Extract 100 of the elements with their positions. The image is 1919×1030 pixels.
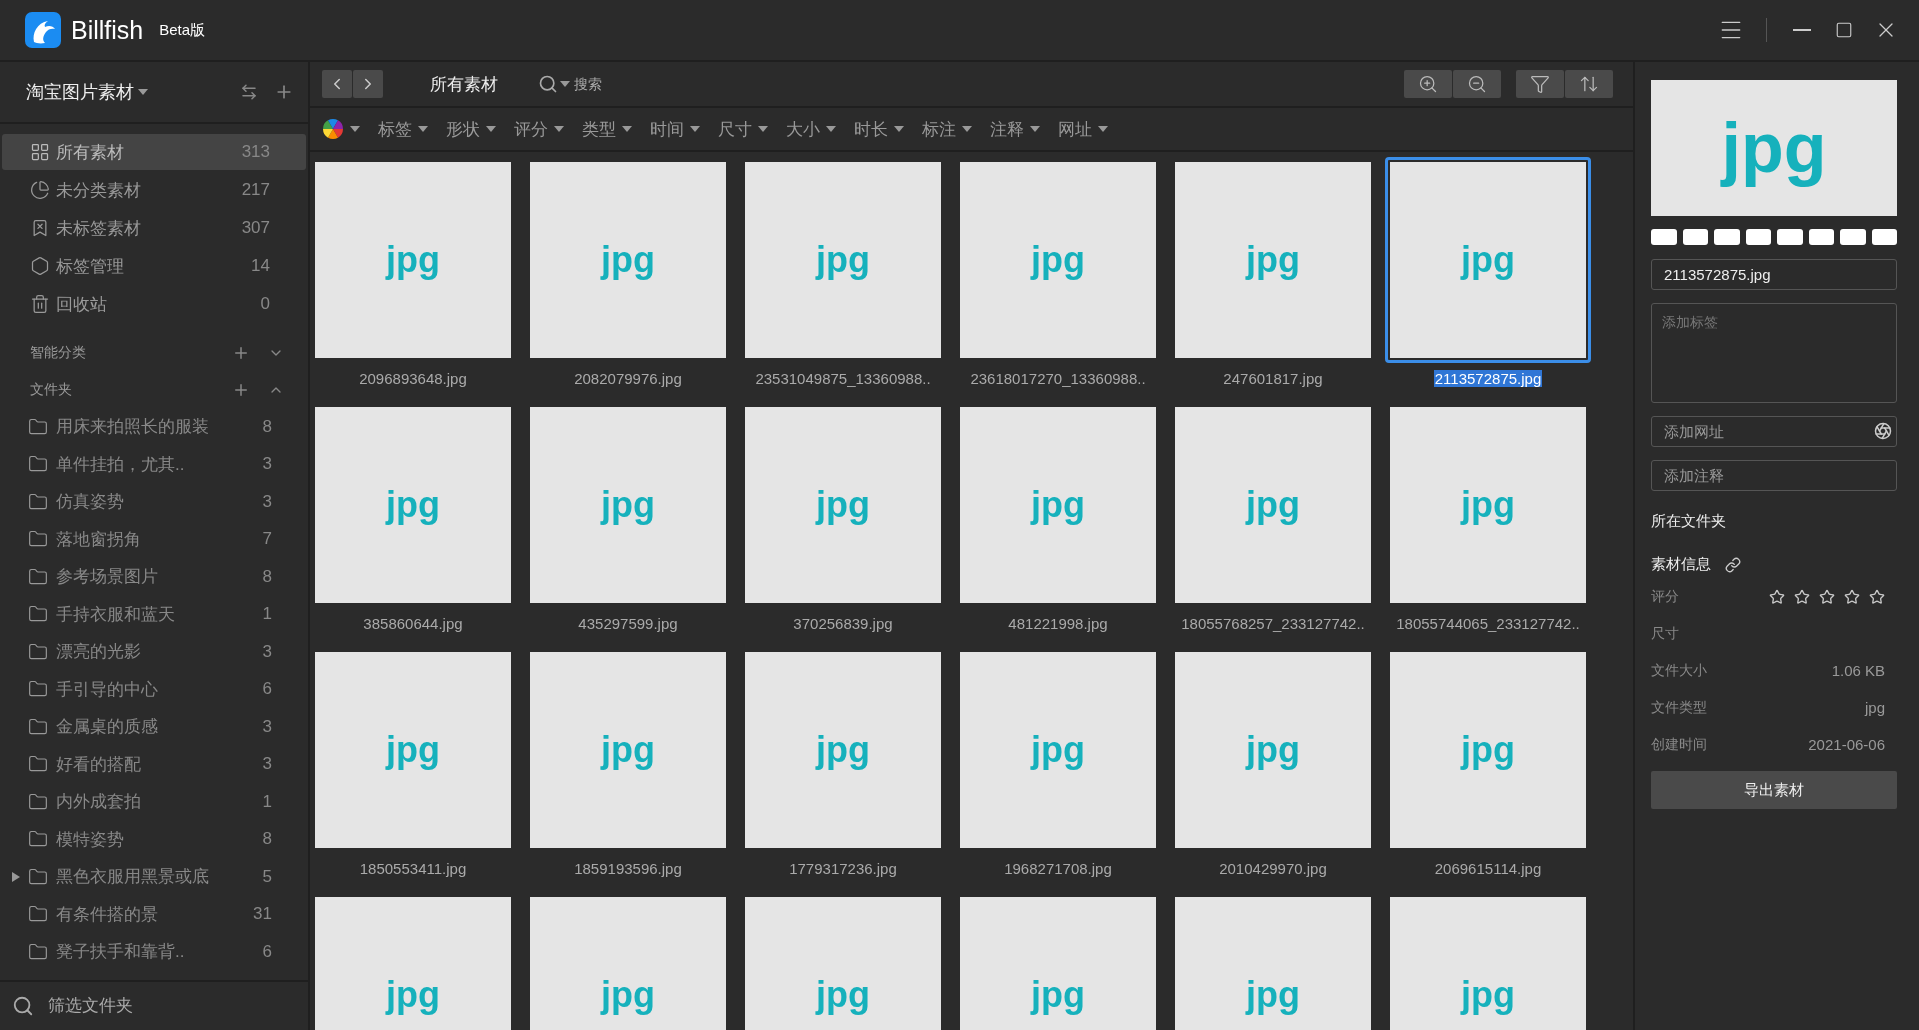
info-label: 尺寸 (1651, 624, 1679, 643)
app-name: Billfish (71, 15, 144, 45)
nav-item[interactable]: 标签管理 14 (2, 248, 306, 284)
back-button[interactable] (322, 70, 352, 98)
file-type-label: jpg (386, 974, 440, 1016)
file-name: 2069615114.jpg (1433, 860, 1543, 877)
forward-button[interactable] (353, 70, 383, 98)
zoom-in-button[interactable] (1404, 70, 1452, 98)
file-type-label: jpg (816, 974, 870, 1016)
color-swatch[interactable] (1777, 229, 1803, 245)
nav-item[interactable]: 所有素材 313 (2, 134, 306, 170)
file-name: 1859193596.jpg (573, 860, 683, 877)
folder-item[interactable]: 金属桌的质感 3 (0, 708, 308, 746)
sort-icon (1579, 74, 1599, 94)
filter-dropdown[interactable]: 评分 (514, 117, 564, 141)
filter-dropdown[interactable]: 形状 (446, 117, 496, 141)
folder-icon (28, 641, 48, 662)
caret-icon (690, 126, 700, 132)
app-logo (25, 12, 61, 48)
file-type-label: jpg (1246, 484, 1300, 526)
folder-item[interactable]: 手持衣服和蓝天 1 (0, 595, 308, 633)
filter-dropdown[interactable]: 时长 (854, 117, 904, 141)
export-button[interactable]: 导出素材 (1651, 771, 1897, 809)
folder-item[interactable]: 单件挂拍，尤其.. 3 (0, 445, 308, 483)
file-type-label: jpg (1246, 974, 1300, 1016)
minimize-icon (1793, 29, 1811, 31)
file-name: 2082079976.jpg (573, 370, 683, 387)
folder-item[interactable]: 手引导的中心 6 (0, 670, 308, 708)
color-filter[interactable] (322, 118, 360, 140)
library-dropdown[interactable]: 淘宝图片素材 (26, 80, 148, 104)
url-field[interactable]: 添加网址 (1651, 416, 1897, 447)
filter-button[interactable] (1516, 70, 1564, 98)
star-icon[interactable] (1819, 588, 1835, 605)
folder-item[interactable]: 落地窗拐角 7 (0, 520, 308, 558)
search-field[interactable]: 搜索 (572, 75, 692, 93)
file-name: 2010429970.jpg (1218, 860, 1328, 877)
folder-item[interactable]: 内外成套拍 1 (0, 783, 308, 821)
sort-button[interactable] (1565, 70, 1613, 98)
info-label: 创建时间 (1651, 735, 1707, 754)
file-type-label: jpg (1461, 729, 1515, 771)
folder-item[interactable]: 有条件搭的景 31 (0, 895, 308, 933)
filter-dropdown[interactable]: 尺寸 (718, 117, 768, 141)
file-type-label: jpg (1031, 729, 1085, 771)
link-icon[interactable] (1725, 556, 1741, 573)
star-rating[interactable] (1769, 588, 1885, 605)
nav-item[interactable]: 未分类素材 217 (2, 172, 306, 208)
filter-dropdown[interactable]: 网址 (1058, 117, 1108, 141)
folder-item[interactable]: 黑色衣服用黑景或底 5 (0, 858, 308, 896)
star-icon[interactable] (1869, 588, 1885, 605)
nav-item[interactable]: 回收站 0 (2, 286, 306, 322)
folder-item[interactable]: 凳子扶手和靠背.. 6 (0, 933, 308, 971)
file-name: 247601817.jpg (1222, 370, 1324, 387)
filter-dropdown[interactable]: 大小 (786, 117, 836, 141)
file-type-label: jpg (1246, 239, 1300, 281)
filter-dropdown[interactable]: 标签 (378, 117, 428, 141)
color-swatch[interactable] (1871, 229, 1897, 245)
folder-item[interactable]: 用床来拍照长的服装 8 (0, 408, 308, 446)
filename-field[interactable]: 2113572875.jpg (1651, 259, 1897, 290)
color-swatch[interactable] (1840, 229, 1866, 245)
section-heading: 智能分类 (30, 343, 87, 362)
star-icon[interactable] (1844, 588, 1860, 605)
file-type-label: jpg (1721, 108, 1827, 188)
folder-item[interactable]: 模特姿势 8 (0, 820, 308, 858)
caret-icon (758, 126, 768, 132)
color-swatch[interactable] (1808, 229, 1834, 245)
filter-dropdown[interactable]: 类型 (582, 117, 632, 141)
note-field[interactable]: 添加注释 (1651, 460, 1897, 491)
folder-item[interactable]: 漂亮的光影 3 (0, 633, 308, 671)
grid-icon (30, 142, 50, 162)
file-name: 385860644.jpg (362, 615, 464, 632)
caret-icon (1030, 126, 1040, 132)
filter-dropdown[interactable]: 注释 (990, 117, 1040, 141)
color-swatch[interactable] (1682, 229, 1708, 245)
filter-dropdown[interactable]: 时间 (650, 117, 700, 141)
folder-icon (28, 416, 48, 437)
star-icon[interactable] (1769, 588, 1785, 605)
color-wheel-icon (322, 118, 344, 140)
folder-item[interactable]: 仿真姿势 3 (0, 483, 308, 521)
folder-item[interactable]: 参考场景图片 8 (0, 558, 308, 596)
folder-filter-field[interactable]: 筛选文件夹 (46, 995, 246, 1017)
file-type-label: jpg (601, 484, 655, 526)
folder-icon (28, 491, 48, 512)
thumbnail[interactable]: jpg (1385, 157, 1591, 363)
view-title: 所有素材 (430, 73, 498, 96)
star-icon[interactable] (1794, 588, 1810, 605)
color-swatch[interactable] (1745, 229, 1771, 245)
folder-icon (28, 716, 48, 737)
file-name: 2113572875.jpg (1433, 370, 1543, 387)
search-icon[interactable] (538, 74, 558, 94)
folder-item[interactable]: 好看的搭配 3 (0, 745, 308, 783)
color-swatch[interactable] (1714, 229, 1740, 245)
caret-icon (560, 81, 570, 87)
zoom-out-button[interactable] (1453, 70, 1501, 98)
filter-dropdown[interactable]: 标注 (922, 117, 972, 141)
tags-field[interactable]: 添加标签 (1651, 303, 1897, 403)
expand-arrow-icon[interactable] (12, 871, 20, 882)
nav-item[interactable]: 未标签素材 307 (2, 210, 306, 246)
caret-icon (894, 126, 904, 132)
file-type-label: jpg (386, 484, 440, 526)
color-swatch[interactable] (1651, 229, 1677, 245)
